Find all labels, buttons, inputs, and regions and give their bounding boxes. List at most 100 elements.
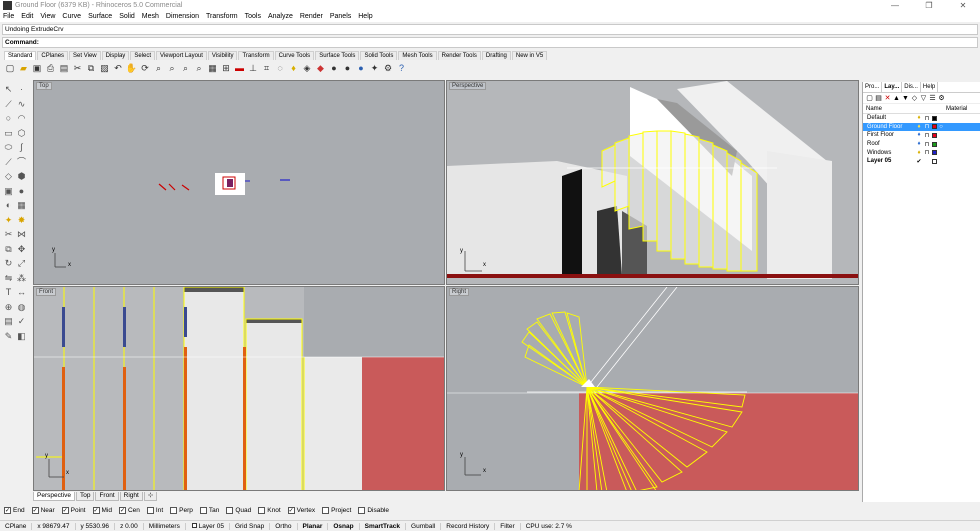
move-up-icon[interactable]: ▲: [892, 95, 901, 102]
menu-panels[interactable]: Panels: [330, 13, 351, 20]
menu-mesh[interactable]: Mesh: [142, 13, 159, 20]
select-icon[interactable]: ◌: [274, 62, 286, 74]
menu-tools[interactable]: Tools: [245, 13, 261, 20]
new-layer-icon[interactable]: ▢: [865, 94, 874, 102]
toggle-grid-snap[interactable]: Grid Snap: [230, 522, 271, 530]
tab-set-view[interactable]: Set View: [69, 51, 101, 60]
zoom-icon[interactable]: ⌕: [153, 62, 165, 74]
osnap-tan-checkbox[interactable]: [199, 507, 207, 514]
lightbulb-icon[interactable]: ♦: [288, 62, 300, 74]
menu-view[interactable]: View: [40, 13, 55, 20]
rotate-view-icon[interactable]: ⟳: [139, 62, 151, 74]
offset-icon[interactable]: ⟋: [2, 155, 15, 170]
shaded-sphere-icon[interactable]: ●: [328, 62, 340, 74]
osnap-project-checkbox[interactable]: [322, 507, 330, 514]
osnap-vertex[interactable]: ✓ Vertex: [287, 507, 315, 514]
vp-tab-perspective[interactable]: Perspective: [33, 492, 75, 501]
tab-select[interactable]: Select: [130, 51, 155, 60]
select-arrow-icon[interactable]: ↖: [2, 82, 15, 97]
layer-tool-icon[interactable]: ▤: [2, 314, 15, 329]
delete-layer-icon[interactable]: ✕: [883, 94, 892, 102]
options-icon[interactable]: ⚙: [382, 62, 394, 74]
pan-icon[interactable]: ✋: [126, 62, 138, 74]
tools-icon[interactable]: ⚙: [937, 94, 946, 102]
visibility-icon[interactable]: ◧: [15, 329, 28, 344]
panel-tab-help[interactable]: Help: [921, 82, 939, 92]
render-sphere-icon[interactable]: ●: [342, 62, 354, 74]
toggle-osnap[interactable]: Osnap: [328, 522, 360, 530]
light-icon[interactable]: ✦: [369, 62, 381, 74]
copy-icon[interactable]: ⧉: [85, 62, 97, 74]
menu-solid[interactable]: Solid: [119, 13, 135, 20]
lightbulb-icon[interactable]: ♦: [915, 141, 923, 147]
four-views-icon[interactable]: ⊞: [220, 62, 232, 74]
dimension-icon[interactable]: ↔: [15, 285, 28, 300]
status-cplane[interactable]: CPlane: [0, 522, 33, 530]
properties-tool-icon[interactable]: ✎: [2, 329, 15, 344]
lock-icon[interactable]: ⊓: [923, 149, 931, 156]
tab-viewport-layout[interactable]: Viewport Layout: [156, 51, 207, 60]
tab-cplanes[interactable]: CPlanes: [37, 51, 69, 60]
viewport-top[interactable]: Top y x: [33, 80, 445, 285]
mirror-icon[interactable]: ⇋: [2, 271, 15, 286]
material-circle-icon[interactable]: ○: [937, 124, 945, 130]
scale-icon[interactable]: ⤢: [15, 256, 28, 271]
rotate-icon[interactable]: ↻: [2, 256, 15, 271]
toggle-gumball[interactable]: Gumball: [406, 522, 442, 530]
layer-icon[interactable]: ◈: [301, 62, 313, 74]
lock-icon[interactable]: ⊓: [923, 132, 931, 139]
analyze-icon[interactable]: ⊕: [2, 300, 15, 315]
vp-tab-top[interactable]: Top: [75, 492, 95, 501]
lightbulb-icon[interactable]: ♦: [915, 132, 923, 138]
circle-icon[interactable]: ○: [2, 111, 15, 126]
osnap-quad-checkbox[interactable]: [226, 507, 234, 514]
rectangle-icon[interactable]: ▭: [2, 126, 15, 141]
panel-tab-display[interactable]: Dis...: [902, 82, 921, 92]
open-icon[interactable]: ▰: [18, 62, 30, 74]
viewport-icon[interactable]: ▦: [207, 62, 219, 74]
lightbulb-icon[interactable]: ♦: [915, 115, 923, 121]
layer-row[interactable]: Default ♦ ⊓: [863, 114, 980, 123]
osnap-project[interactable]: Project: [322, 507, 351, 514]
move-icon[interactable]: ✥: [15, 242, 28, 257]
osnap-end[interactable]: ✓ End: [4, 507, 25, 514]
osnap-vertex-checkbox[interactable]: ✓: [287, 507, 295, 514]
surface-icon[interactable]: ◇: [2, 169, 15, 184]
panel-tab-properties[interactable]: Pro...: [863, 82, 883, 92]
panel-tab-layers[interactable]: Lay...: [882, 82, 903, 92]
zoom-window-icon[interactable]: ⌕: [166, 62, 178, 74]
tab-surface-tools[interactable]: Surface Tools: [315, 51, 360, 60]
layer-row-current[interactable]: Layer 05 ✔: [863, 157, 980, 166]
check-icon[interactable]: ✓: [15, 314, 28, 329]
tab-transform[interactable]: Transform: [238, 51, 274, 60]
add-viewport-tab-icon[interactable]: ⊹: [143, 492, 158, 501]
car-icon[interactable]: ▬: [234, 62, 246, 74]
toggle-smarttrack[interactable]: SmartTrack: [360, 522, 407, 530]
tab-display[interactable]: Display: [101, 51, 130, 60]
properties-icon[interactable]: ▤: [58, 62, 70, 74]
lock-icon[interactable]: ⊓: [923, 123, 931, 130]
close-button[interactable]: ✕: [946, 1, 980, 10]
lightbulb-icon[interactable]: ♦: [915, 124, 923, 130]
curve-icon[interactable]: ∿: [15, 97, 28, 112]
vp-tab-front[interactable]: Front: [95, 492, 119, 501]
viewport-right[interactable]: Right y x: [446, 286, 859, 491]
osnap-cen[interactable]: ✓ Cen: [118, 507, 140, 514]
osnap-near-checkbox[interactable]: ✓: [31, 507, 39, 514]
zoom-extents-icon[interactable]: ⌕: [180, 62, 192, 74]
command-line[interactable]: Command:: [2, 37, 978, 48]
toggle-planar[interactable]: Planar: [298, 522, 329, 530]
osnap-mid-checkbox[interactable]: ✓: [92, 507, 100, 514]
cut-icon[interactable]: ✂: [72, 62, 84, 74]
layer-color-swatch[interactable]: [932, 132, 937, 138]
explode-icon[interactable]: ✸: [15, 213, 28, 228]
cplane-icon[interactable]: ⊥: [247, 62, 259, 74]
tab-new-in-v5[interactable]: New in V5: [511, 51, 548, 60]
extrude-icon[interactable]: ⬢: [15, 169, 28, 184]
tab-solid-tools[interactable]: Solid Tools: [360, 51, 398, 60]
viewport-label-front[interactable]: Front: [36, 288, 57, 296]
osnap-disable[interactable]: Disable: [358, 507, 389, 514]
tab-drafting[interactable]: Drafting: [481, 51, 511, 60]
tab-mesh-tools[interactable]: Mesh Tools: [398, 51, 437, 60]
zoom-selected-icon[interactable]: ⌕: [193, 62, 205, 74]
